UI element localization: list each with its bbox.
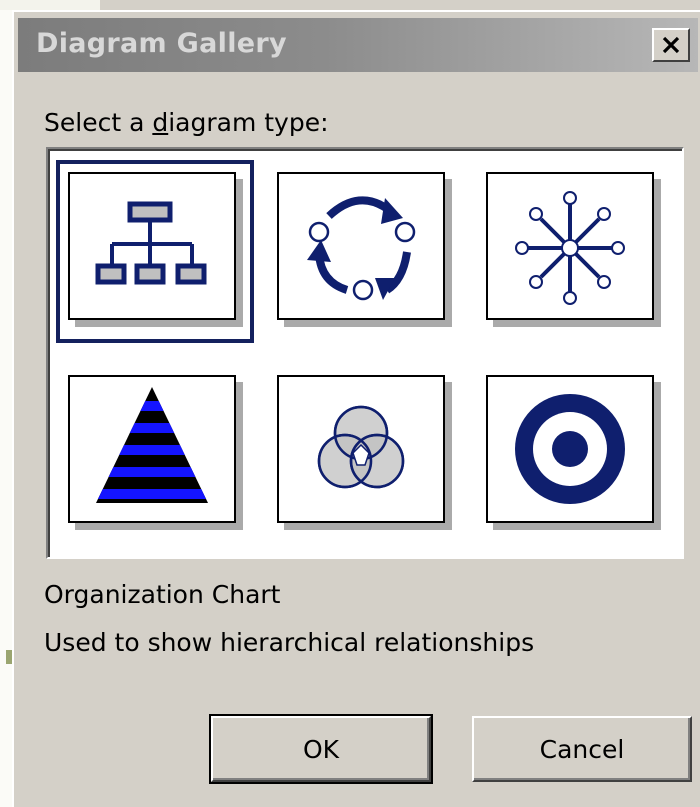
- dialog-title: Diagram Gallery: [36, 28, 287, 59]
- background-window-edge: [0, 0, 12, 807]
- selected-diagram-description: Used to show hierarchical relationships: [44, 628, 535, 657]
- ok-button[interactable]: OK: [209, 714, 433, 784]
- close-button[interactable]: [652, 28, 690, 62]
- org-chart-icon: [95, 201, 207, 285]
- diagram-gallery-dialog: Diagram Gallery Select a diagram type: O…: [12, 10, 700, 807]
- diagram-option-organization-chart[interactable]: [68, 172, 236, 320]
- title-bar[interactable]: Diagram Gallery: [18, 18, 698, 72]
- diagram-option-radial[interactable]: [486, 172, 654, 320]
- selected-diagram-name: Organization Chart: [44, 580, 281, 609]
- diagram-option-target[interactable]: [486, 375, 654, 523]
- target-diagram-icon: [515, 394, 625, 504]
- venn-diagram-icon: [317, 405, 405, 489]
- diagram-type-list[interactable]: [46, 147, 684, 559]
- pyramid-diagram-icon: [96, 387, 208, 503]
- diagram-option-cycle[interactable]: [277, 172, 445, 320]
- radial-diagram-icon: [515, 191, 625, 305]
- diagram-option-venn[interactable]: [277, 375, 445, 523]
- diagram-option-pyramid[interactable]: [68, 375, 236, 523]
- accelerator-key: d: [152, 108, 169, 137]
- background-window-top: [0, 0, 100, 10]
- select-diagram-label: Select a diagram type:: [44, 108, 329, 137]
- close-icon: [662, 36, 680, 54]
- cycle-diagram-icon: [307, 196, 416, 301]
- cancel-button[interactable]: Cancel: [472, 716, 692, 782]
